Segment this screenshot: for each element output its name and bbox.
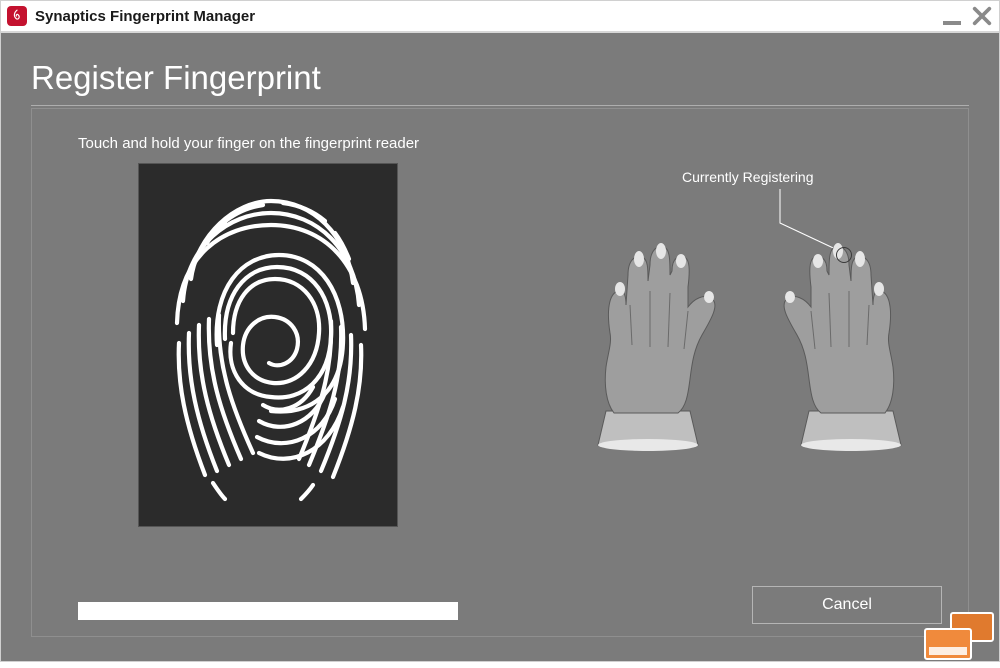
close-icon[interactable] bbox=[971, 5, 993, 27]
fingerprint-reader-panel bbox=[138, 163, 398, 527]
selected-finger-indicator bbox=[836, 247, 852, 263]
minimize-icon[interactable] bbox=[943, 7, 961, 25]
titlebar-title: Synaptics Fingerprint Manager bbox=[35, 8, 943, 25]
cancel-button[interactable]: Cancel bbox=[752, 586, 942, 624]
window-controls bbox=[943, 5, 993, 27]
app-window: Synaptics Fingerprint Manager Register F… bbox=[0, 0, 1000, 662]
right-hand-icon bbox=[762, 235, 937, 455]
fingerprint-icon bbox=[163, 183, 373, 508]
titlebar: Synaptics Fingerprint Manager bbox=[1, 1, 999, 33]
instruction-text: Touch and hold your finger on the finger… bbox=[78, 135, 419, 152]
divider bbox=[31, 105, 969, 106]
left-hand-icon bbox=[562, 235, 737, 455]
content-frame: Touch and hold your finger on the finger… bbox=[31, 108, 969, 637]
scan-progress-bar bbox=[78, 602, 458, 620]
page-title: Register Fingerprint bbox=[31, 59, 969, 97]
hands-diagram: Currently Registering bbox=[562, 155, 942, 455]
body-area: Register Fingerprint Touch and hold your… bbox=[1, 33, 999, 661]
cancel-button-label: Cancel bbox=[822, 596, 872, 614]
app-icon bbox=[7, 6, 27, 26]
